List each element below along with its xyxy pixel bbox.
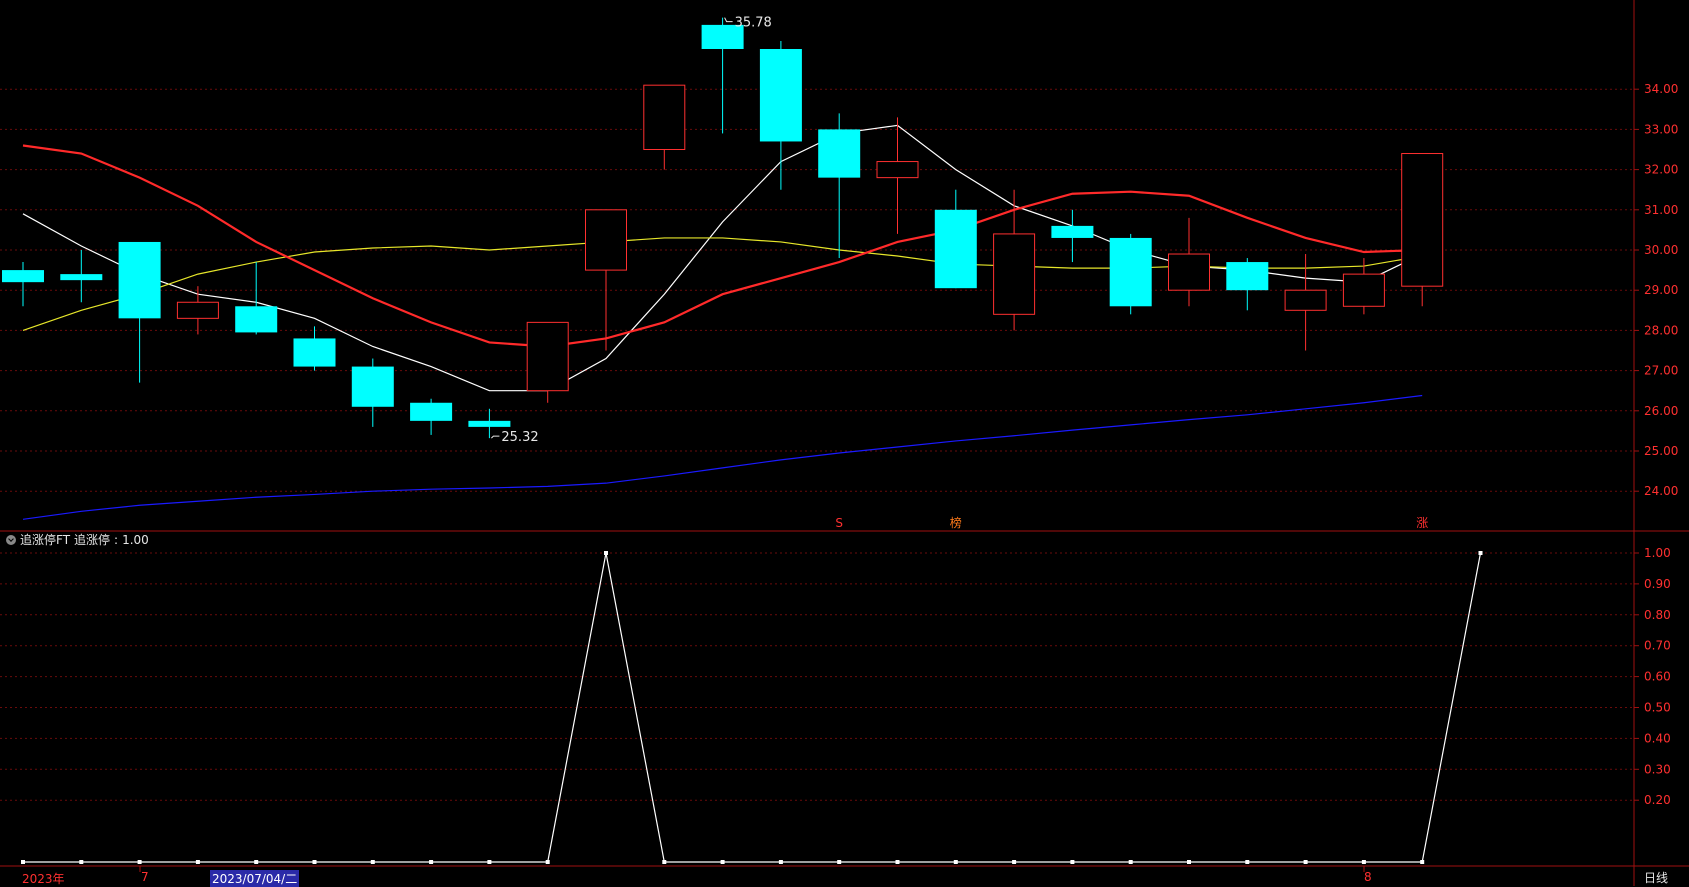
- main-tick-label: 32.00: [1644, 163, 1678, 177]
- indicator-point: [953, 860, 958, 864]
- indicator-tick-label: 1.00: [1644, 546, 1671, 560]
- indicator-tick-label: 0.80: [1644, 608, 1671, 622]
- annotation-pointer: [491, 435, 500, 439]
- date-label-year: 2023年: [22, 872, 65, 886]
- candle-body: [526, 321, 569, 392]
- indicator-value: 1.00: [122, 532, 149, 547]
- candle-body: [118, 241, 161, 319]
- date-label-selected: 2023/07/04/二: [210, 870, 300, 887]
- indicator-point: [370, 860, 375, 864]
- indicator-tick-label: 0.50: [1644, 701, 1671, 715]
- indicator-tick-label: 0.40: [1644, 731, 1671, 745]
- candle-body: [1109, 237, 1152, 307]
- candle-body: [876, 161, 919, 179]
- candle-body: [1401, 153, 1444, 287]
- indicator-point: [1070, 860, 1075, 864]
- ma-line: [22, 124, 1423, 392]
- indicator-point: [545, 860, 550, 864]
- candle-body: [759, 49, 802, 142]
- indicator-series-name: 追涨停: [74, 533, 111, 547]
- candle-body: [351, 366, 394, 407]
- candle-body: [1226, 262, 1269, 291]
- candle-body: [176, 301, 219, 319]
- main-tick-label: 31.00: [1644, 203, 1678, 217]
- chart-canvas[interactable]: 34.00 33.00 32.00 31.00 30.00 29.00 28.00 27.00…: [0, 0, 1689, 886]
- candle-body: [934, 209, 977, 289]
- indicator-legend: 追涨停FT 追涨停: 1.00: [6, 531, 149, 548]
- indicator-point: [778, 860, 783, 864]
- main-tick-label: 34.00: [1644, 82, 1678, 96]
- candle-body: [60, 274, 103, 281]
- ma-line: [22, 144, 1423, 348]
- candle-body: [235, 306, 278, 333]
- indicator-point: [1361, 860, 1366, 864]
- main-tick-label: 30.00: [1644, 243, 1678, 257]
- indicator-point: [137, 860, 142, 864]
- indicator-point: [604, 551, 608, 555]
- indicator-point: [429, 860, 434, 864]
- indicator-point: [837, 860, 842, 864]
- main-tick-label: 27.00: [1644, 364, 1678, 378]
- indicator-tick-label: 0.20: [1644, 793, 1671, 807]
- candle-body: [993, 233, 1036, 315]
- indicator-point: [1478, 551, 1483, 555]
- candle-body: [468, 420, 511, 427]
- main-tick-label: 28.00: [1644, 323, 1678, 337]
- annotation-label: 35.78: [735, 16, 772, 31]
- candle-body: [1342, 273, 1385, 307]
- candle-body: [1168, 253, 1210, 291]
- indicator-point: [1420, 860, 1425, 864]
- indicator-point: [1128, 860, 1133, 864]
- annotation-label: 25.32: [501, 430, 538, 445]
- indicator-point: [312, 860, 317, 864]
- indicator-tick-label: 0.30: [1644, 762, 1671, 776]
- indicator-tick-label: 0.90: [1644, 577, 1671, 591]
- main-tick-label: 25.00: [1644, 444, 1678, 458]
- main-tick-label: 26.00: [1644, 404, 1678, 418]
- indicator-point: [1012, 860, 1017, 864]
- candle-body: [1284, 289, 1327, 311]
- candle-body: [410, 402, 453, 421]
- indicator-tick-label: 0.60: [1644, 670, 1671, 684]
- ma-line: [22, 394, 1423, 520]
- ma-line: [22, 237, 1423, 331]
- indicator-point: [1187, 860, 1191, 864]
- date-label-month-7: 7: [141, 870, 149, 884]
- indicator-point: [254, 860, 259, 864]
- candle-body: [643, 84, 686, 150]
- indicator-title: 追涨停FT: [20, 533, 71, 547]
- indicator-point: [662, 860, 667, 864]
- indicator-point: [720, 860, 725, 864]
- candle-body: [585, 209, 627, 271]
- indicator-point: [487, 860, 492, 864]
- indicator-point: [195, 860, 200, 864]
- date-label-month-8: 8: [1364, 870, 1372, 884]
- candle-body: [1051, 225, 1094, 238]
- indicator-point: [1303, 860, 1308, 864]
- indicator-menu-icon[interactable]: [6, 534, 16, 545]
- main-tick-label: 29.00: [1644, 283, 1678, 297]
- signal-marker: S: [835, 516, 843, 530]
- main-tick-label: 24.00: [1644, 484, 1678, 498]
- indicator-tick-label: 0.70: [1644, 639, 1671, 653]
- signal-marker: 涨: [1416, 515, 1428, 530]
- indicator-point: [895, 860, 900, 864]
- period-button[interactable]: 日线: [1644, 869, 1668, 886]
- candle-body: [818, 129, 861, 178]
- signal-marker: 榜: [950, 515, 962, 530]
- indicator-point: [1245, 860, 1250, 864]
- annotation-pointer: [724, 17, 733, 23]
- main-tick-label: 33.00: [1644, 122, 1678, 136]
- candle-body: [2, 270, 44, 283]
- candle-body: [293, 338, 336, 367]
